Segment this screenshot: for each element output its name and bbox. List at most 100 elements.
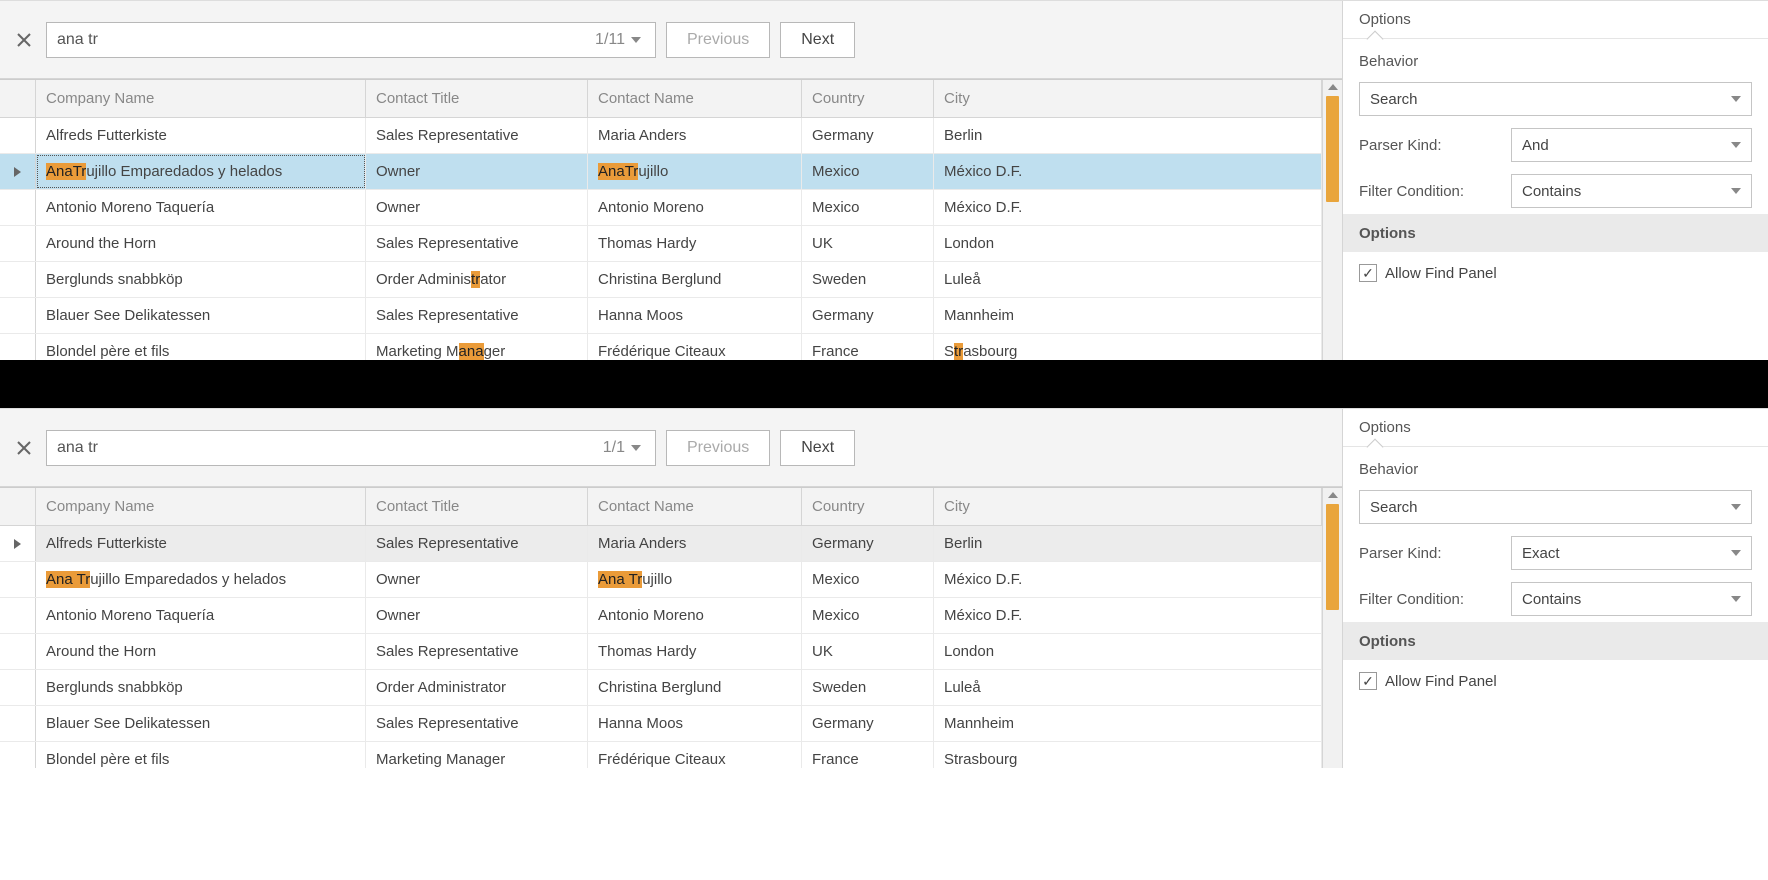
cell-name[interactable]: Maria Anders [588,526,802,561]
cell-title[interactable]: Owner [366,562,588,597]
next-button[interactable]: Next [780,430,855,466]
cell-company[interactable]: Blondel père et fils [36,742,366,768]
cell-name[interactable]: Antonio Moreno [588,190,802,225]
cell-name[interactable]: Hanna Moos [588,298,802,333]
scroll-thumb[interactable] [1326,96,1339,202]
scroll-up-icon[interactable] [1328,492,1338,498]
cell-title[interactable]: Sales Representative [366,634,588,669]
cell-title[interactable]: Owner [366,154,588,189]
cell-company[interactable]: Ana Trujillo Emparedados y helados [36,154,366,189]
cell-city[interactable]: México D.F. [934,598,1322,633]
cell-title[interactable]: Owner [366,598,588,633]
cell-company[interactable]: Around the Horn [36,634,366,669]
table-row[interactable]: Alfreds FutterkisteSales RepresentativeM… [0,118,1322,154]
scroll-up-icon[interactable] [1328,84,1338,90]
cell-name[interactable]: Ana Trujillo [588,562,802,597]
cell-city[interactable]: México D.F. [934,562,1322,597]
cell-country[interactable]: Germany [802,706,934,741]
col-company[interactable]: Company Name [36,80,366,117]
col-company[interactable]: Company Name [36,488,366,525]
cell-title[interactable]: Marketing Manager [366,334,588,360]
cell-country[interactable]: Germany [802,526,934,561]
cell-title[interactable]: Order Administrator [366,670,588,705]
table-row[interactable]: Around the HornSales RepresentativeThoma… [0,226,1322,262]
search-counter[interactable]: 1/1 [603,439,645,457]
vertical-scrollbar[interactable] [1322,488,1342,768]
cell-country[interactable]: Mexico [802,562,934,597]
cell-country[interactable]: Germany [802,118,934,153]
cell-country[interactable]: Sweden [802,262,934,297]
table-row[interactable]: Blauer See DelikatessenSales Representat… [0,706,1322,742]
cell-name[interactable]: Ana Trujillo [588,154,802,189]
cell-city[interactable]: Mannheim [934,706,1322,741]
table-row[interactable]: Blondel père et filsMarketing ManagerFré… [0,742,1322,768]
cell-country[interactable]: France [802,742,934,768]
cell-country[interactable]: Sweden [802,670,934,705]
table-row[interactable]: Ana Trujillo Emparedados y heladosOwnerA… [0,154,1322,190]
cell-title[interactable]: Owner [366,190,588,225]
cell-company[interactable]: Blondel père et fils [36,334,366,360]
cell-company[interactable]: Alfreds Futterkiste [36,118,366,153]
table-row[interactable]: Ana Trujillo Emparedados y heladosOwnerA… [0,562,1322,598]
table-row[interactable]: Around the HornSales RepresentativeThoma… [0,634,1322,670]
behavior-combo[interactable]: Search [1359,490,1752,524]
table-row[interactable]: Blondel père et filsMarketing ManagerFré… [0,334,1322,360]
parser-combo[interactable]: And [1511,128,1752,162]
col-name[interactable]: Contact Name [588,488,802,525]
cell-name[interactable]: Thomas Hardy [588,226,802,261]
cell-company[interactable]: Alfreds Futterkiste [36,526,366,561]
table-row[interactable]: Antonio Moreno TaqueríaOwnerAntonio More… [0,190,1322,226]
cell-name[interactable]: Hanna Moos [588,706,802,741]
cell-city[interactable]: Berlin [934,118,1322,153]
cell-company[interactable]: Antonio Moreno Taquería [36,598,366,633]
cell-city[interactable]: México D.F. [934,190,1322,225]
previous-button[interactable]: Previous [666,430,770,466]
cell-name[interactable]: Christina Berglund [588,262,802,297]
filter-combo[interactable]: Contains [1511,582,1752,616]
col-title[interactable]: Contact Title [366,488,588,525]
allow-find-checkbox[interactable]: ✓ [1359,672,1377,690]
close-icon[interactable] [12,436,36,460]
cell-city[interactable]: London [934,634,1322,669]
col-city[interactable]: City [934,488,1322,525]
cell-name[interactable]: Frédérique Citeaux [588,742,802,768]
cell-country[interactable]: France [802,334,934,360]
cell-name[interactable]: Christina Berglund [588,670,802,705]
cell-company[interactable]: Blauer See Delikatessen [36,706,366,741]
col-country[interactable]: Country [802,80,934,117]
cell-country[interactable]: Germany [802,298,934,333]
cell-title[interactable]: Sales Representative [366,118,588,153]
col-name[interactable]: Contact Name [588,80,802,117]
cell-country[interactable]: UK [802,226,934,261]
search-input[interactable] [57,31,595,49]
cell-name[interactable]: Antonio Moreno [588,598,802,633]
cell-name[interactable]: Thomas Hardy [588,634,802,669]
cell-country[interactable]: Mexico [802,190,934,225]
cell-name[interactable]: Maria Anders [588,118,802,153]
table-row[interactable]: Blauer See DelikatessenSales Representat… [0,298,1322,334]
cell-company[interactable]: Berglunds snabbköp [36,670,366,705]
scroll-thumb[interactable] [1326,504,1339,610]
behavior-combo[interactable]: Search [1359,82,1752,116]
filter-combo[interactable]: Contains [1511,174,1752,208]
cell-country[interactable]: Mexico [802,154,934,189]
cell-city[interactable]: Strasbourg [934,742,1322,768]
allow-find-checkbox[interactable]: ✓ [1359,264,1377,282]
cell-title[interactable]: Sales Representative [366,526,588,561]
cell-city[interactable]: Berlin [934,526,1322,561]
close-icon[interactable] [12,28,36,52]
parser-combo[interactable]: Exact [1511,536,1752,570]
cell-city[interactable]: London [934,226,1322,261]
col-city[interactable]: City [934,80,1322,117]
scroll-track[interactable] [1323,96,1342,360]
cell-title[interactable]: Sales Representative [366,706,588,741]
cell-country[interactable]: Mexico [802,598,934,633]
cell-title[interactable]: Sales Representative [366,298,588,333]
cell-city[interactable]: Strasbourg [934,334,1322,360]
table-row[interactable]: Antonio Moreno TaqueríaOwnerAntonio More… [0,598,1322,634]
table-row[interactable]: Berglunds snabbköpOrder AdministratorChr… [0,262,1322,298]
cell-company[interactable]: Around the Horn [36,226,366,261]
cell-city[interactable]: Luleå [934,262,1322,297]
search-box[interactable]: 1/1 [46,430,656,466]
search-input[interactable] [57,439,603,457]
